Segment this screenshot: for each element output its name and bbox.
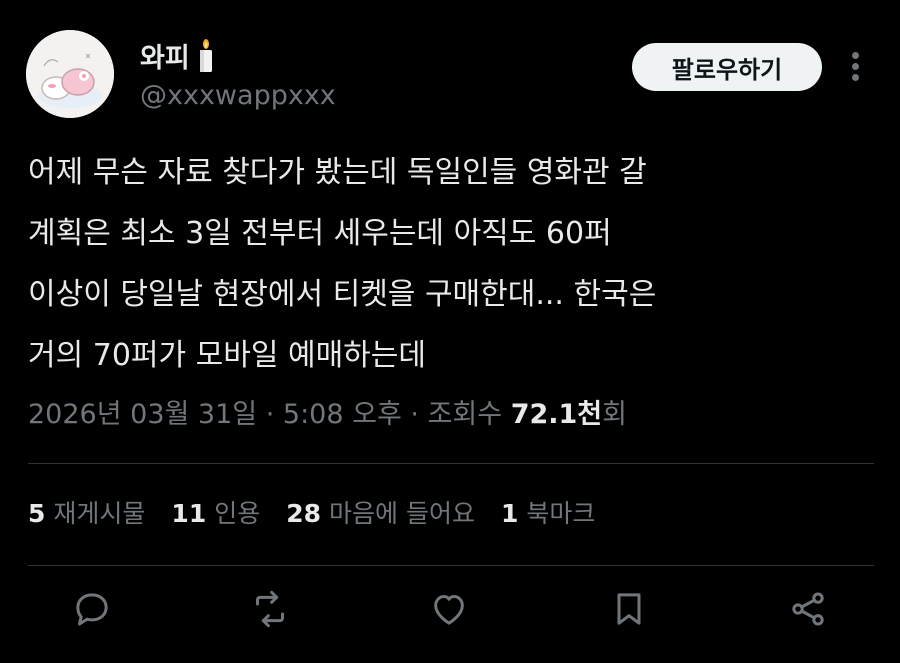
more-options-icon[interactable]: [844, 50, 868, 82]
tweet-text-line: 거의 70퍼가 모바일 예매하는데: [28, 338, 426, 373]
author-display-name-row[interactable]: 와피: [140, 36, 216, 75]
quotes-count: 11: [171, 499, 207, 528]
quotes-stat[interactable]: 11 인용: [171, 494, 260, 530]
views-suffix: 회: [602, 399, 627, 430]
avatar-illustration: [26, 30, 114, 118]
tweet-time[interactable]: 5:08 오후: [283, 399, 402, 430]
tweet-text: 어제 무슨 자료 찾다가 봤는데 독일인들 영화관 갈 계획은 최소 3일 전부…: [28, 142, 858, 386]
author-handle[interactable]: @xxxwappxxx: [140, 80, 336, 111]
bookmarks-count: 1: [500, 499, 519, 528]
tweet-text-line: 어제 무슨 자료 찾다가 봤는데 독일인들 영화관 갈: [28, 155, 647, 190]
tweet-stats: 5 재게시물 11 인용 28 마음에 들어요 1 북마크: [28, 494, 595, 530]
quotes-label: 인용: [214, 499, 261, 528]
action-bar: [0, 585, 900, 641]
tweet-date[interactable]: 2026년 03월 31일: [28, 399, 257, 430]
repost-icon[interactable]: [246, 585, 294, 633]
reposts-stat[interactable]: 5 재게시물: [28, 494, 145, 530]
tweet-header: 와피 @xxxwappxxx 팔로우하기: [0, 0, 900, 120]
share-icon[interactable]: [784, 585, 832, 633]
views-label: 조회수: [427, 399, 503, 430]
meta-separator: ·: [265, 399, 283, 430]
reposts-count: 5: [28, 499, 46, 528]
likes-stat[interactable]: 28 마음에 들어요: [286, 494, 475, 530]
avatar[interactable]: [26, 30, 114, 118]
candle-icon: [196, 38, 216, 74]
reply-icon[interactable]: [68, 585, 116, 633]
views-count: 72.1천: [510, 399, 603, 430]
divider: [28, 463, 874, 464]
tweet-text-line: 이상이 당일날 현장에서 티켓을 구매한대... 한국은: [28, 277, 657, 312]
tweet-text-line: 계획은 최소 3일 전부터 세우는데 아직도 60퍼: [28, 216, 612, 251]
meta-separator: ·: [410, 399, 428, 430]
reposts-label: 재게시물: [53, 499, 146, 528]
tweet-meta: 2026년 03월 31일 · 5:08 오후 · 조회수 72.1천회: [28, 392, 627, 431]
author-display-name[interactable]: 와피: [140, 36, 190, 75]
likes-count: 28: [286, 499, 322, 528]
bookmarks-stat[interactable]: 1 북마크: [501, 494, 595, 530]
bookmarks-label: 북마크: [526, 499, 596, 528]
bookmark-icon[interactable]: [605, 585, 653, 633]
follow-button[interactable]: 팔로우하기: [632, 43, 822, 91]
like-icon[interactable]: [425, 585, 473, 633]
likes-label: 마음에 들어요: [329, 499, 475, 528]
divider: [28, 565, 874, 566]
